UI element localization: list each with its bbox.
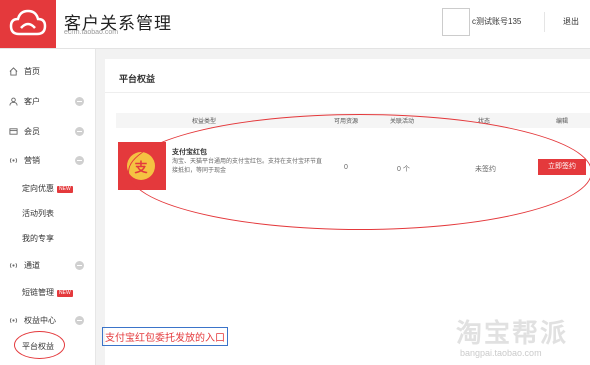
cloud-logo-icon: [9, 9, 47, 36]
collapse-icon[interactable]: [75, 156, 84, 165]
sidebar-item-channels[interactable]: 通道: [0, 255, 95, 277]
logout-link[interactable]: 退出: [563, 16, 579, 27]
sidebar-item-marketing[interactable]: 营销: [0, 150, 95, 172]
page-title: 平台权益: [119, 74, 156, 84]
sidebar-item-short-links[interactable]: 短链管理 NEW: [0, 282, 95, 304]
avatar[interactable]: [442, 8, 470, 36]
sidebar-item-members[interactable]: 会员: [0, 121, 95, 143]
new-badge: NEW: [57, 290, 73, 297]
sidebar-item-text: 短链管理: [22, 288, 54, 297]
watermark-url: bangpai.taobao.com: [460, 348, 542, 358]
collapse-icon[interactable]: [75, 316, 84, 325]
header-divider: [544, 12, 545, 32]
sidebar-item-text: 定向优惠: [22, 184, 54, 193]
sidebar-item-customers[interactable]: 客户: [0, 91, 95, 113]
card-icon: [9, 128, 18, 135]
user-name[interactable]: c测试账号135: [472, 16, 521, 27]
broadcast-icon: [9, 157, 18, 164]
annotation-label: 支付宝红包委托发放的入口: [102, 327, 228, 346]
app-domain: ecrm.taobao.com: [64, 29, 119, 36]
new-badge: NEW: [57, 186, 73, 193]
sidebar-item-exclusive[interactable]: 我的专享: [0, 228, 95, 250]
sidebar-item-label: 定向优惠 NEW: [22, 183, 73, 194]
sidebar-item-benefits-center[interactable]: 权益中心: [0, 310, 95, 332]
column-header-type: 权益类型: [192, 119, 217, 125]
selection-annotation-circle: [14, 331, 65, 359]
broadcast-icon: [9, 317, 18, 324]
collapse-icon[interactable]: [75, 261, 84, 270]
sidebar-item-label: 通道: [24, 261, 40, 270]
sidebar-item-home[interactable]: 首页: [0, 61, 95, 83]
column-header-edit: 编辑: [556, 119, 569, 125]
top-header: 客户关系管理 ecrm.taobao.com c测试账号135 退出: [0, 0, 590, 49]
sidebar-item-label: 营销: [24, 156, 40, 165]
sidebar-item-label: 会员: [24, 127, 40, 136]
sidebar-item-label: 我的专享: [22, 234, 54, 243]
highlight-annotation-ellipse: [128, 114, 590, 230]
sidebar-item-label: 权益中心: [24, 316, 56, 325]
collapse-icon[interactable]: [75, 97, 84, 106]
collapse-icon[interactable]: [75, 127, 84, 136]
broadcast-icon: [9, 262, 18, 269]
sidebar-item-label: 客户: [24, 97, 40, 106]
sidebar-item-label: 活动列表: [22, 209, 54, 218]
user-icon: [9, 97, 18, 106]
sidebar-item-targeted-offers[interactable]: 定向优惠 NEW: [0, 178, 95, 200]
sidebar-item-label: 短链管理 NEW: [22, 287, 73, 298]
sidebar-item-activity-list[interactable]: 活动列表: [0, 203, 95, 225]
sidebar-item-label: 首页: [24, 67, 40, 76]
home-icon: [9, 67, 18, 76]
app-logo[interactable]: [0, 0, 56, 48]
watermark: 淘宝帮派: [456, 318, 569, 348]
title-divider: [105, 92, 590, 93]
